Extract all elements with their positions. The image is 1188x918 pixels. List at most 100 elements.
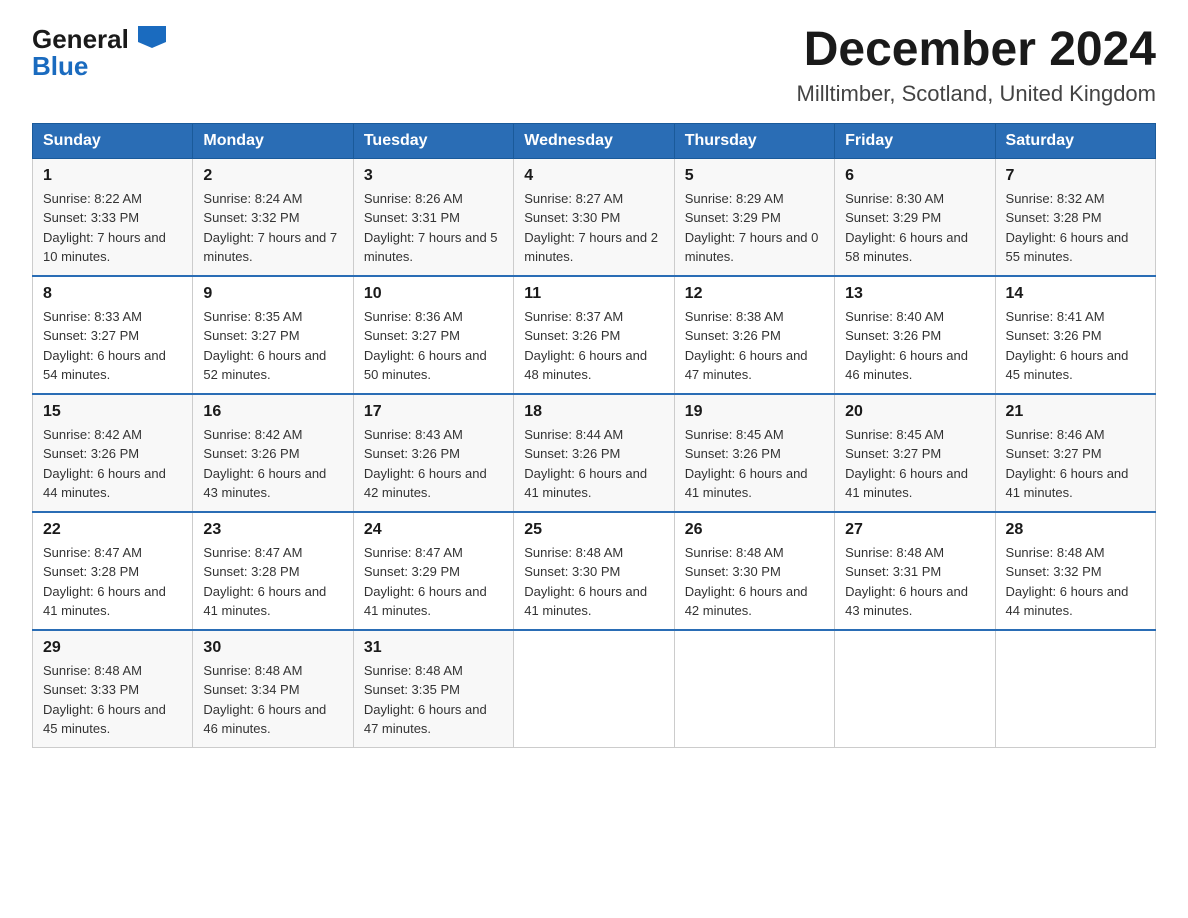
day-number: 6: [845, 167, 984, 185]
day-info: Sunrise: 8:48 AMSunset: 3:30 PMDaylight:…: [685, 543, 824, 621]
day-number: 23: [203, 521, 342, 539]
calendar-cell: 3 Sunrise: 8:26 AMSunset: 3:31 PMDaylight…: [353, 158, 513, 276]
logo-icon: [138, 26, 166, 48]
day-number: 15: [43, 403, 182, 421]
column-header-sunday: Sunday: [33, 123, 193, 158]
day-number: 14: [1006, 285, 1145, 303]
page-header: General Blue December 2024 Milltimber, S…: [32, 24, 1156, 107]
calendar-cell: 1 Sunrise: 8:22 AMSunset: 3:33 PMDaylight…: [33, 158, 193, 276]
calendar-title: December 2024: [797, 24, 1157, 77]
calendar-cell: 13 Sunrise: 8:40 AMSunset: 3:26 PMDayligh…: [835, 276, 995, 394]
day-info: Sunrise: 8:33 AMSunset: 3:27 PMDaylight:…: [43, 307, 182, 385]
calendar-cell: 2Sunrise: 8:24 AMSunset: 3:32 PMDaylight…: [193, 158, 353, 276]
day-info: Sunrise: 8:38 AMSunset: 3:26 PMDaylight:…: [685, 307, 824, 385]
day-number: 3: [364, 167, 503, 185]
calendar-cell: 30Sunrise: 8:48 AMSunset: 3:34 PMDayligh…: [193, 630, 353, 748]
calendar-week-row: 22Sunrise: 8:47 AMSunset: 3:28 PMDayligh…: [33, 512, 1156, 630]
calendar-cell: 15 Sunrise: 8:42 AMSunset: 3:26 PMDayligh…: [33, 394, 193, 512]
day-info: Sunrise: 8:44 AMSunset: 3:26 PMDaylight:…: [524, 425, 663, 503]
column-header-monday: Monday: [193, 123, 353, 158]
calendar-cell: 21 Sunrise: 8:46 AMSunset: 3:27 PMDayligh…: [995, 394, 1155, 512]
day-info: Sunrise: 8:42 AMSunset: 3:26 PMDaylight:…: [203, 425, 342, 503]
calendar-table: SundayMondayTuesdayWednesdayThursdayFrid…: [32, 123, 1156, 748]
day-info: Sunrise: 8:47 AMSunset: 3:29 PMDaylight:…: [364, 543, 503, 621]
day-number: 26: [685, 521, 824, 539]
day-number: 21: [1006, 403, 1145, 421]
day-number: 18: [524, 403, 663, 421]
day-info: Sunrise: 8:48 AMSunset: 3:30 PMDaylight:…: [524, 543, 663, 621]
calendar-cell: 5Sunrise: 8:29 AMSunset: 3:29 PMDaylight…: [674, 158, 834, 276]
day-info: Sunrise: 8:26 AMSunset: 3:31 PMDaylight:…: [364, 189, 503, 267]
day-number: 28: [1006, 521, 1145, 539]
calendar-cell: 24 Sunrise: 8:47 AMSunset: 3:29 PMDayligh…: [353, 512, 513, 630]
day-info: Sunrise: 8:40 AMSunset: 3:26 PMDaylight:…: [845, 307, 984, 385]
calendar-cell: 31Sunrise: 8:48 AMSunset: 3:35 PMDayligh…: [353, 630, 513, 748]
day-number: 27: [845, 521, 984, 539]
calendar-cell: 22Sunrise: 8:47 AMSunset: 3:28 PMDayligh…: [33, 512, 193, 630]
day-info: Sunrise: 8:42 AMSunset: 3:26 PMDaylight:…: [43, 425, 182, 503]
day-info: Sunrise: 8:47 AMSunset: 3:28 PMDaylight:…: [203, 543, 342, 621]
calendar-cell: 9 Sunrise: 8:35 AMSunset: 3:27 PMDaylight…: [193, 276, 353, 394]
day-info: Sunrise: 8:47 AMSunset: 3:28 PMDaylight:…: [43, 543, 182, 621]
title-area: December 2024 Milltimber, Scotland, Unit…: [797, 24, 1157, 107]
day-info: Sunrise: 8:48 AMSunset: 3:32 PMDaylight:…: [1006, 543, 1145, 621]
day-info: Sunrise: 8:36 AMSunset: 3:27 PMDaylight:…: [364, 307, 503, 385]
day-number: 17: [364, 403, 503, 421]
calendar-cell: 29Sunrise: 8:48 AMSunset: 3:33 PMDayligh…: [33, 630, 193, 748]
calendar-subtitle: Milltimber, Scotland, United Kingdom: [797, 81, 1157, 107]
calendar-cell: 19Sunrise: 8:45 AMSunset: 3:26 PMDayligh…: [674, 394, 834, 512]
day-info: Sunrise: 8:30 AMSunset: 3:29 PMDaylight:…: [845, 189, 984, 267]
day-info: Sunrise: 8:29 AMSunset: 3:29 PMDaylight:…: [685, 189, 824, 267]
calendar-cell: 8 Sunrise: 8:33 AMSunset: 3:27 PMDaylight…: [33, 276, 193, 394]
day-number: 30: [203, 639, 342, 657]
day-number: 20: [845, 403, 984, 421]
day-info: Sunrise: 8:27 AMSunset: 3:30 PMDaylight:…: [524, 189, 663, 267]
day-info: Sunrise: 8:43 AMSunset: 3:26 PMDaylight:…: [364, 425, 503, 503]
logo: General Blue: [32, 24, 166, 82]
calendar-cell: 16Sunrise: 8:42 AMSunset: 3:26 PMDayligh…: [193, 394, 353, 512]
day-info: Sunrise: 8:22 AMSunset: 3:33 PMDaylight:…: [43, 189, 182, 267]
day-number: 29: [43, 639, 182, 657]
calendar-header-row: SundayMondayTuesdayWednesdayThursdayFrid…: [33, 123, 1156, 158]
day-info: Sunrise: 8:35 AMSunset: 3:27 PMDaylight:…: [203, 307, 342, 385]
day-number: 19: [685, 403, 824, 421]
day-info: Sunrise: 8:46 AMSunset: 3:27 PMDaylight:…: [1006, 425, 1145, 503]
calendar-cell: 6 Sunrise: 8:30 AMSunset: 3:29 PMDaylight…: [835, 158, 995, 276]
calendar-cell: [835, 630, 995, 748]
day-number: 9: [203, 285, 342, 303]
day-number: 1: [43, 167, 182, 185]
calendar-cell: 27 Sunrise: 8:48 AMSunset: 3:31 PMDayligh…: [835, 512, 995, 630]
day-info: Sunrise: 8:48 AMSunset: 3:35 PMDaylight:…: [364, 661, 503, 739]
day-info: Sunrise: 8:48 AMSunset: 3:31 PMDaylight:…: [845, 543, 984, 621]
calendar-week-row: 29Sunrise: 8:48 AMSunset: 3:33 PMDayligh…: [33, 630, 1156, 748]
calendar-cell: [514, 630, 674, 748]
day-number: 7: [1006, 167, 1145, 185]
day-info: Sunrise: 8:37 AMSunset: 3:26 PMDaylight:…: [524, 307, 663, 385]
column-header-wednesday: Wednesday: [514, 123, 674, 158]
calendar-week-row: 15 Sunrise: 8:42 AMSunset: 3:26 PMDayligh…: [33, 394, 1156, 512]
calendar-cell: 25Sunrise: 8:48 AMSunset: 3:30 PMDayligh…: [514, 512, 674, 630]
calendar-cell: 4 Sunrise: 8:27 AMSunset: 3:30 PMDaylight…: [514, 158, 674, 276]
calendar-cell: 7Sunrise: 8:32 AMSunset: 3:28 PMDaylight…: [995, 158, 1155, 276]
day-number: 8: [43, 285, 182, 303]
calendar-week-row: 1 Sunrise: 8:22 AMSunset: 3:33 PMDaylight…: [33, 158, 1156, 276]
day-number: 10: [364, 285, 503, 303]
day-info: Sunrise: 8:45 AMSunset: 3:27 PMDaylight:…: [845, 425, 984, 503]
calendar-week-row: 8 Sunrise: 8:33 AMSunset: 3:27 PMDaylight…: [33, 276, 1156, 394]
calendar-cell: 26 Sunrise: 8:48 AMSunset: 3:30 PMDayligh…: [674, 512, 834, 630]
day-number: 13: [845, 285, 984, 303]
column-header-tuesday: Tuesday: [353, 123, 513, 158]
logo-blue-text: Blue: [32, 51, 88, 82]
day-number: 4: [524, 167, 663, 185]
calendar-cell: 14 Sunrise: 8:41 AMSunset: 3:26 PMDayligh…: [995, 276, 1155, 394]
calendar-cell: 28 Sunrise: 8:48 AMSunset: 3:32 PMDayligh…: [995, 512, 1155, 630]
calendar-cell: 23 Sunrise: 8:47 AMSunset: 3:28 PMDayligh…: [193, 512, 353, 630]
calendar-cell: [995, 630, 1155, 748]
day-info: Sunrise: 8:41 AMSunset: 3:26 PMDaylight:…: [1006, 307, 1145, 385]
column-header-friday: Friday: [835, 123, 995, 158]
column-header-thursday: Thursday: [674, 123, 834, 158]
calendar-cell: 18 Sunrise: 8:44 AMSunset: 3:26 PMDayligh…: [514, 394, 674, 512]
day-number: 24: [364, 521, 503, 539]
day-info: Sunrise: 8:24 AMSunset: 3:32 PMDaylight:…: [203, 189, 342, 267]
day-number: 11: [524, 285, 663, 303]
